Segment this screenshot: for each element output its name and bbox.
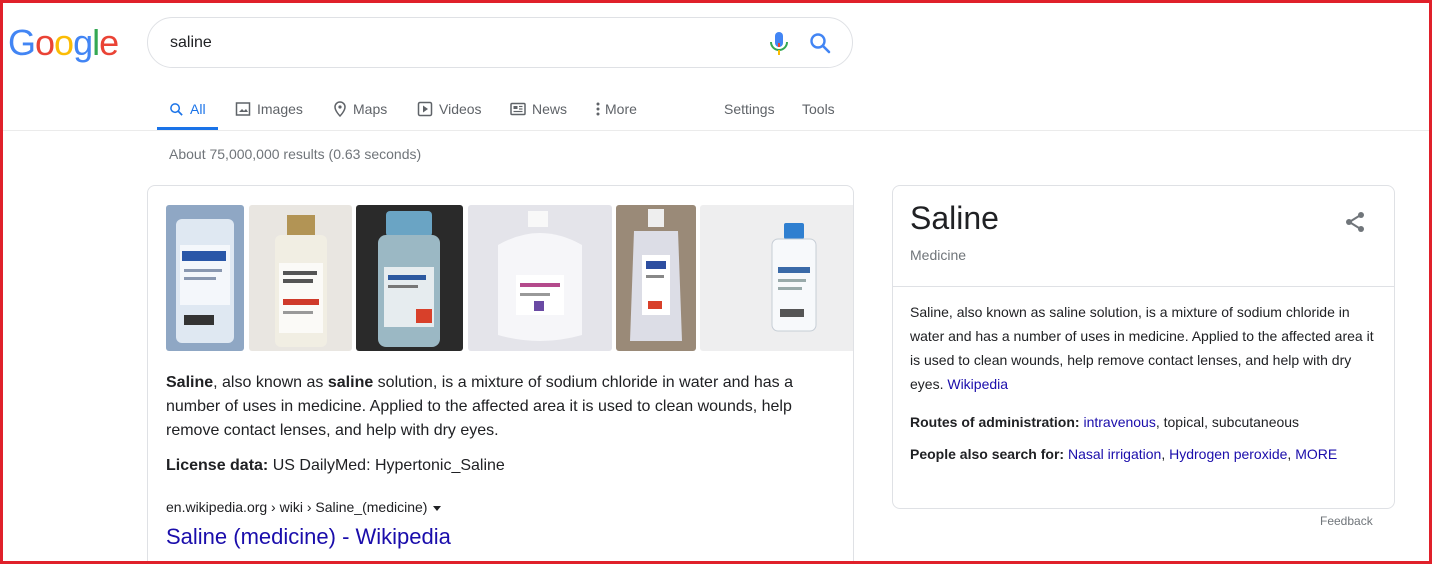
image-thumbnail[interactable] <box>249 205 352 351</box>
image-thumbnail[interactable] <box>166 205 244 351</box>
panel-divider <box>893 286 1394 287</box>
image-thumbnail[interactable] <box>356 205 463 351</box>
breadcrumb-text: en.wikipedia.org › wiki › Saline_(medici… <box>166 499 428 515</box>
image-thumbnail[interactable] <box>700 205 853 351</box>
tab-label: News <box>532 101 568 117</box>
panel-description: Saline, also known as saline solution, i… <box>910 300 1380 396</box>
google-logo[interactable]: Google <box>8 22 119 64</box>
search-tabs: All Images Maps Videos News More Setting… <box>157 88 857 130</box>
panel-title: Saline <box>910 200 999 236</box>
tab-images[interactable]: Images <box>235 88 303 130</box>
bold-term: Saline <box>166 374 214 391</box>
play-icon <box>417 101 433 117</box>
search-icon <box>170 102 183 116</box>
tab-label: More <box>605 101 637 117</box>
logo-letter: o <box>54 22 74 63</box>
intravenous-link[interactable]: intravenous <box>1083 414 1155 430</box>
tab-tools[interactable]: Tools <box>802 88 835 130</box>
tab-label: Images <box>257 101 303 117</box>
tab-label: Settings <box>724 101 775 117</box>
license-label: License data: <box>166 457 269 474</box>
mic-icon[interactable] <box>768 31 790 57</box>
bold-term: saline <box>327 374 374 391</box>
tab-label: Maps <box>353 101 388 117</box>
breadcrumb: en.wikipedia.org › wiki › Saline_(medici… <box>166 499 442 515</box>
newspaper-icon <box>510 102 526 116</box>
snippet-description: Saline, also known as saline solution, i… <box>166 371 826 443</box>
tab-label: All <box>190 101 206 117</box>
tab-settings[interactable]: Settings <box>724 88 775 130</box>
nasal-irrigation-link[interactable]: Nasal irrigation <box>1068 446 1161 462</box>
more-link[interactable]: MORE <box>1295 446 1337 462</box>
also-search-fact: People also search for: Nasal irrigation… <box>910 446 1338 462</box>
feedback-link[interactable]: Feedback <box>1320 514 1373 528</box>
fact-value: , topical, subcutaneous <box>1155 414 1300 430</box>
tab-label: Videos <box>439 101 482 117</box>
routes-fact: Routes of administration: intravenous, t… <box>910 410 1380 434</box>
logo-letter: g <box>73 22 93 63</box>
share-icon[interactable] <box>1343 210 1367 234</box>
more-vert-icon <box>596 102 600 116</box>
search-icon[interactable] <box>808 31 832 55</box>
dropdown-caret-icon[interactable] <box>433 505 442 511</box>
image-thumbnail[interactable] <box>616 205 696 351</box>
fact-label: Routes of administration: <box>910 414 1080 430</box>
tab-maps[interactable]: Maps <box>333 88 387 130</box>
result-stats: About 75,000,000 results (0.63 seconds) <box>169 146 422 162</box>
knowledge-panel: Saline Medicine Saline, also known as sa… <box>892 185 1395 509</box>
license-value: US DailyMed: Hypertonic_Saline <box>268 457 505 474</box>
map-pin-icon <box>334 101 346 117</box>
image-thumbnail[interactable] <box>468 205 612 351</box>
wikipedia-link[interactable]: Wikipedia <box>947 376 1008 392</box>
fact-label: People also search for: <box>910 446 1065 462</box>
image-icon <box>235 102 251 116</box>
search-input[interactable] <box>170 32 730 54</box>
header-divider <box>3 130 1429 131</box>
featured-snippet-card: Saline, also known as saline solution, i… <box>147 185 854 564</box>
search-box[interactable] <box>147 17 853 68</box>
hydrogen-peroxide-link[interactable]: Hydrogen peroxide <box>1169 446 1287 462</box>
tab-news[interactable]: News <box>510 88 567 130</box>
logo-letter: G <box>8 22 36 63</box>
tab-all[interactable]: All <box>157 88 218 130</box>
logo-letter: l <box>92 22 100 63</box>
snippet-text: , also known as <box>213 374 328 391</box>
logo-letter: e <box>99 22 119 63</box>
tab-more[interactable]: More <box>595 88 637 130</box>
license-data: License data: US DailyMed: Hypertonic_Sa… <box>166 457 505 475</box>
logo-letter: o <box>35 22 55 63</box>
tab-videos[interactable]: Videos <box>417 88 482 130</box>
tab-label: Tools <box>802 101 835 117</box>
result-title-link[interactable]: Saline (medicine) - Wikipedia <box>166 524 451 550</box>
panel-subtitle: Medicine <box>910 247 967 263</box>
